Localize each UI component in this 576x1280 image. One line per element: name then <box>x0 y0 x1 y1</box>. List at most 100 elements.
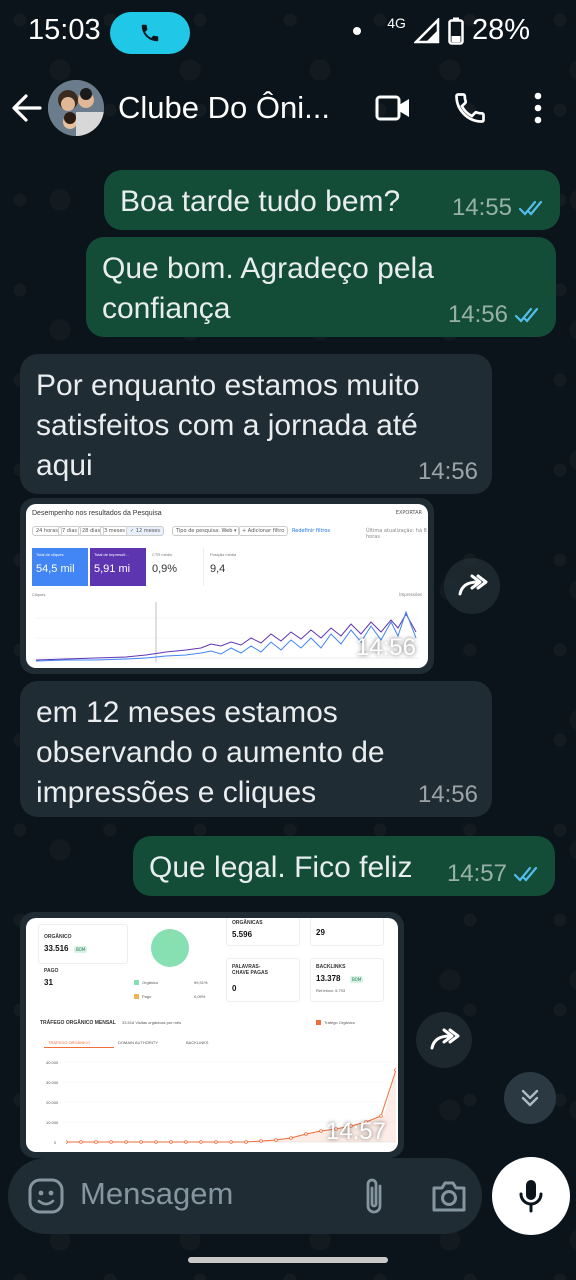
camera-icon[interactable] <box>430 1178 468 1214</box>
backlinks-badge: BOM <box>350 976 364 983</box>
gesture-nav-handle[interactable] <box>188 1257 388 1263</box>
chat-title[interactable]: Clube Do Ôni... <box>118 90 330 126</box>
scroll-to-bottom-button[interactable] <box>504 1072 556 1124</box>
tab-trafego: TRÁFEGO ORGÂNICO <box>48 1040 91 1045</box>
read-receipt-icon <box>514 307 539 323</box>
message-time: 14:56 <box>355 634 416 661</box>
metric-value: 0,9% <box>152 563 178 575</box>
back-arrow-icon[interactable] <box>10 88 44 128</box>
battery-level: 28% <box>471 14 530 46</box>
ref-domains: Ref.inbox: 5.793 <box>316 988 346 993</box>
chart-left-label: Cliques <box>32 592 46 597</box>
forward-button[interactable] <box>416 1012 472 1068</box>
message-text: Por enquanto estamos muito satisfeitos c… <box>36 369 420 482</box>
message-bubble-incoming[interactable]: em 12 meses estamos observando o aumento… <box>20 681 492 817</box>
organico-badge: BOM <box>74 946 88 953</box>
metric-value: 5,91 mi <box>94 563 131 575</box>
backlinks-label: BACKLINKS <box>316 964 346 970</box>
forward-button[interactable] <box>444 558 500 614</box>
message-bubble-outgoing[interactable]: Boa tarde tudo bem? 14:55 <box>104 170 560 230</box>
metric-label: CTR médio <box>152 552 173 557</box>
screenshot-title: Desempenho nos resultados da Pesquisa <box>32 510 162 517</box>
message-time: 14:56 <box>417 458 478 485</box>
image-message-incoming[interactable]: ORGÂNICO 33.516 BOM PAGO 31 Orgânico 99,… <box>20 912 404 1158</box>
message-time: 14:57 <box>325 1118 386 1145</box>
voice-call-icon[interactable] <box>452 90 488 126</box>
notification-dot <box>353 26 362 35</box>
legend-swatch-organico <box>134 980 139 985</box>
metric-card-position: Posição média 9,4 <box>206 548 262 586</box>
message-meta: 14:56 <box>418 781 478 809</box>
message-meta: 14:56 <box>448 301 542 329</box>
traffic-subtitle: 33.516 Visitas orgânicas por mês <box>122 1020 182 1025</box>
message-meta: 14:57 <box>447 860 541 888</box>
y-tick: 30.000 <box>46 1080 59 1085</box>
metric-label: Total de cliques <box>36 552 64 557</box>
message-bubble-incoming[interactable]: Por enquanto estamos muito satisfeitos c… <box>20 354 492 494</box>
message-bubble-outgoing[interactable]: Que bom. Agradeço pela confiança 14:56 <box>86 237 556 337</box>
legend-pago-pct: 0,09% <box>194 994 206 999</box>
export-label: EXPORTAR <box>395 510 422 516</box>
message-time: 14:56 <box>447 301 508 328</box>
legend-swatch-pago <box>134 994 139 999</box>
emoji-icon[interactable] <box>26 1176 66 1216</box>
image-message-incoming[interactable]: Desempenho nos resultados da Pesquisa EX… <box>20 498 434 674</box>
read-receipt-icon <box>513 866 538 882</box>
seo-dashboard-screenshot[interactable]: ORGÂNICO 33.516 BOM PAGO 31 Orgânico 99,… <box>26 918 398 1152</box>
y-tick: 10.000 <box>46 1120 59 1125</box>
metric-label: Posição média <box>210 552 237 557</box>
y-tick: 20.000 <box>46 1100 59 1105</box>
metric-card-clicks: Total de cliques 54,5 mil <box>32 548 88 586</box>
message-bubble-outgoing[interactable]: Que legal. Fico feliz 14:57 <box>133 836 555 896</box>
read-receipt-icon <box>518 200 543 216</box>
voice-message-button[interactable] <box>492 1157 570 1235</box>
traffic-legend: Tráfego Orgânico <box>324 1020 355 1025</box>
palavras-value: 0 <box>232 984 237 993</box>
pago-value: 31 <box>44 978 53 987</box>
organico-label: ORGÂNICO <box>44 934 72 940</box>
message-time: 14:57 <box>446 860 507 887</box>
message-time: 14:55 <box>451 194 512 221</box>
ongoing-call-pill[interactable] <box>110 12 190 54</box>
organicas-label: ORGÂNICAS <box>232 920 263 926</box>
network-type: 4G <box>387 14 406 31</box>
legend-organico-pct: 99,91% <box>194 980 208 985</box>
y-tick: 0 <box>54 1140 57 1145</box>
search-console-screenshot[interactable]: Desempenho nos resultados da Pesquisa EX… <box>26 504 428 668</box>
y-tick: 40.000 <box>46 1060 59 1065</box>
group-avatar[interactable] <box>48 80 104 136</box>
pago-label: PAGO <box>44 968 59 974</box>
legend-swatch-traffic <box>316 1020 321 1025</box>
metric-value: 54,5 mil <box>36 563 75 575</box>
double-chevron-down-icon <box>521 1089 539 1107</box>
metric-label: Total de impressõ... <box>94 552 129 557</box>
last-updated: Última atualização: há 8 horas <box>366 528 427 540</box>
legend-organico: Orgânico <box>142 980 159 985</box>
phone-icon <box>141 24 159 42</box>
message-input[interactable]: Mensagem <box>80 1176 233 1212</box>
traffic-title: TRÁFEGO ORGÂNICO MENSAL <box>40 1020 116 1026</box>
message-time: 14:56 <box>417 781 478 808</box>
paperclip-icon[interactable] <box>360 1176 390 1216</box>
status-right: 4G 28% <box>353 14 530 47</box>
filter-chip: ✓ 12 meses <box>126 526 164 536</box>
backlinks-value: 13.378 <box>316 974 341 983</box>
tab-domain-authority: DOMAIN AUTHORITY <box>118 1040 159 1045</box>
signal-icon <box>413 17 440 43</box>
metric-value: 9,4 <box>210 563 226 575</box>
message-composer: Mensagem <box>8 1158 482 1234</box>
video-call-icon[interactable] <box>374 92 412 124</box>
forward-icon <box>458 574 488 596</box>
more-options-icon[interactable] <box>530 90 546 126</box>
filter-chip: + Adicionar filtro <box>238 526 289 536</box>
metric-card-ctr: CTR médio 0,9% <box>148 548 204 586</box>
message-meta: 14:56 <box>418 458 478 486</box>
organicas-value: 5.596 <box>232 930 253 939</box>
status-time: 15:03 <box>28 14 101 46</box>
filter-chip: 3 meses <box>100 526 130 536</box>
traffic-pie-chart <box>151 928 189 967</box>
metric-card-impressions: Total de impressõ... 5,91 mi <box>90 548 146 586</box>
message-text: Que bom. Agradeço pela confiança <box>102 252 434 325</box>
active-tab-underline <box>44 1047 114 1048</box>
message-meta: 14:55 <box>452 194 546 222</box>
